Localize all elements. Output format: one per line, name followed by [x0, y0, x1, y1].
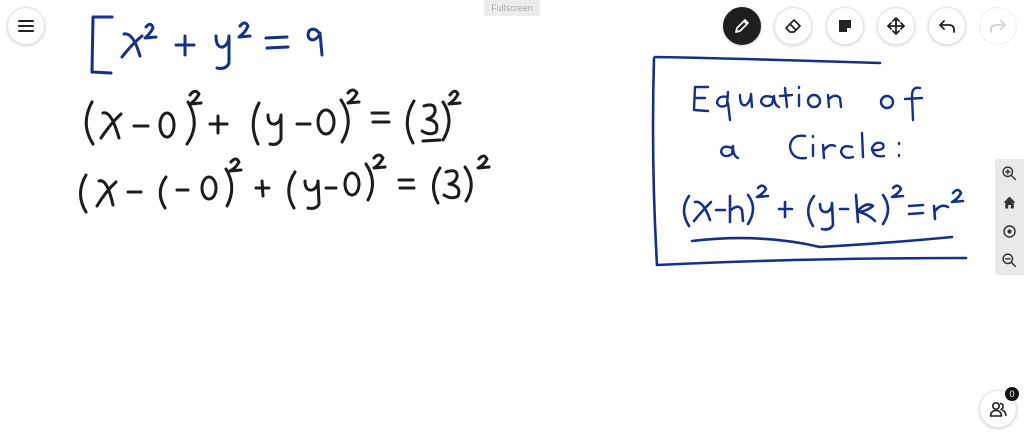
menu-button[interactable] [7, 7, 45, 45]
home-button[interactable] [995, 188, 1024, 217]
zoom-in-button[interactable] [995, 159, 1024, 188]
ink-note-formula [682, 184, 965, 249]
handwritten-content [79, 15, 968, 267]
ink-equation-step-2 [79, 153, 491, 214]
users-icon [989, 401, 1007, 417]
zoom-in-icon [1002, 166, 1017, 181]
home-icon [1003, 196, 1016, 209]
fullscreen-button[interactable]: Fullscreen [484, 0, 540, 16]
sticky-note-icon [839, 20, 851, 32]
ink-equation-step-1 [84, 88, 462, 146]
move-arrows-icon [887, 17, 905, 35]
pen-tool-button[interactable] [723, 7, 761, 45]
ink-note-title [692, 85, 924, 160]
move-tool-button[interactable] [877, 7, 915, 45]
sticky-note-tool-button[interactable] [826, 7, 864, 45]
undo-arrow-icon [939, 20, 955, 33]
redo-button[interactable] [979, 7, 1017, 45]
zoom-out-icon [1002, 253, 1017, 268]
undo-button[interactable] [928, 7, 966, 45]
target-icon [1003, 225, 1016, 238]
zoom-controls [995, 159, 1024, 275]
zoom-out-button[interactable] [995, 246, 1024, 275]
redo-arrow-icon [990, 20, 1006, 33]
participants-count-badge: 0 [1005, 387, 1019, 401]
ink-equation-circle-given [90, 15, 324, 75]
reset-view-button[interactable] [995, 217, 1024, 246]
whiteboard-canvas[interactable] [0, 0, 1024, 434]
eraser-tool-button[interactable] [774, 7, 812, 45]
pencil-icon [735, 19, 749, 33]
eraser-icon [785, 19, 801, 33]
hamburger-icon [18, 20, 34, 32]
